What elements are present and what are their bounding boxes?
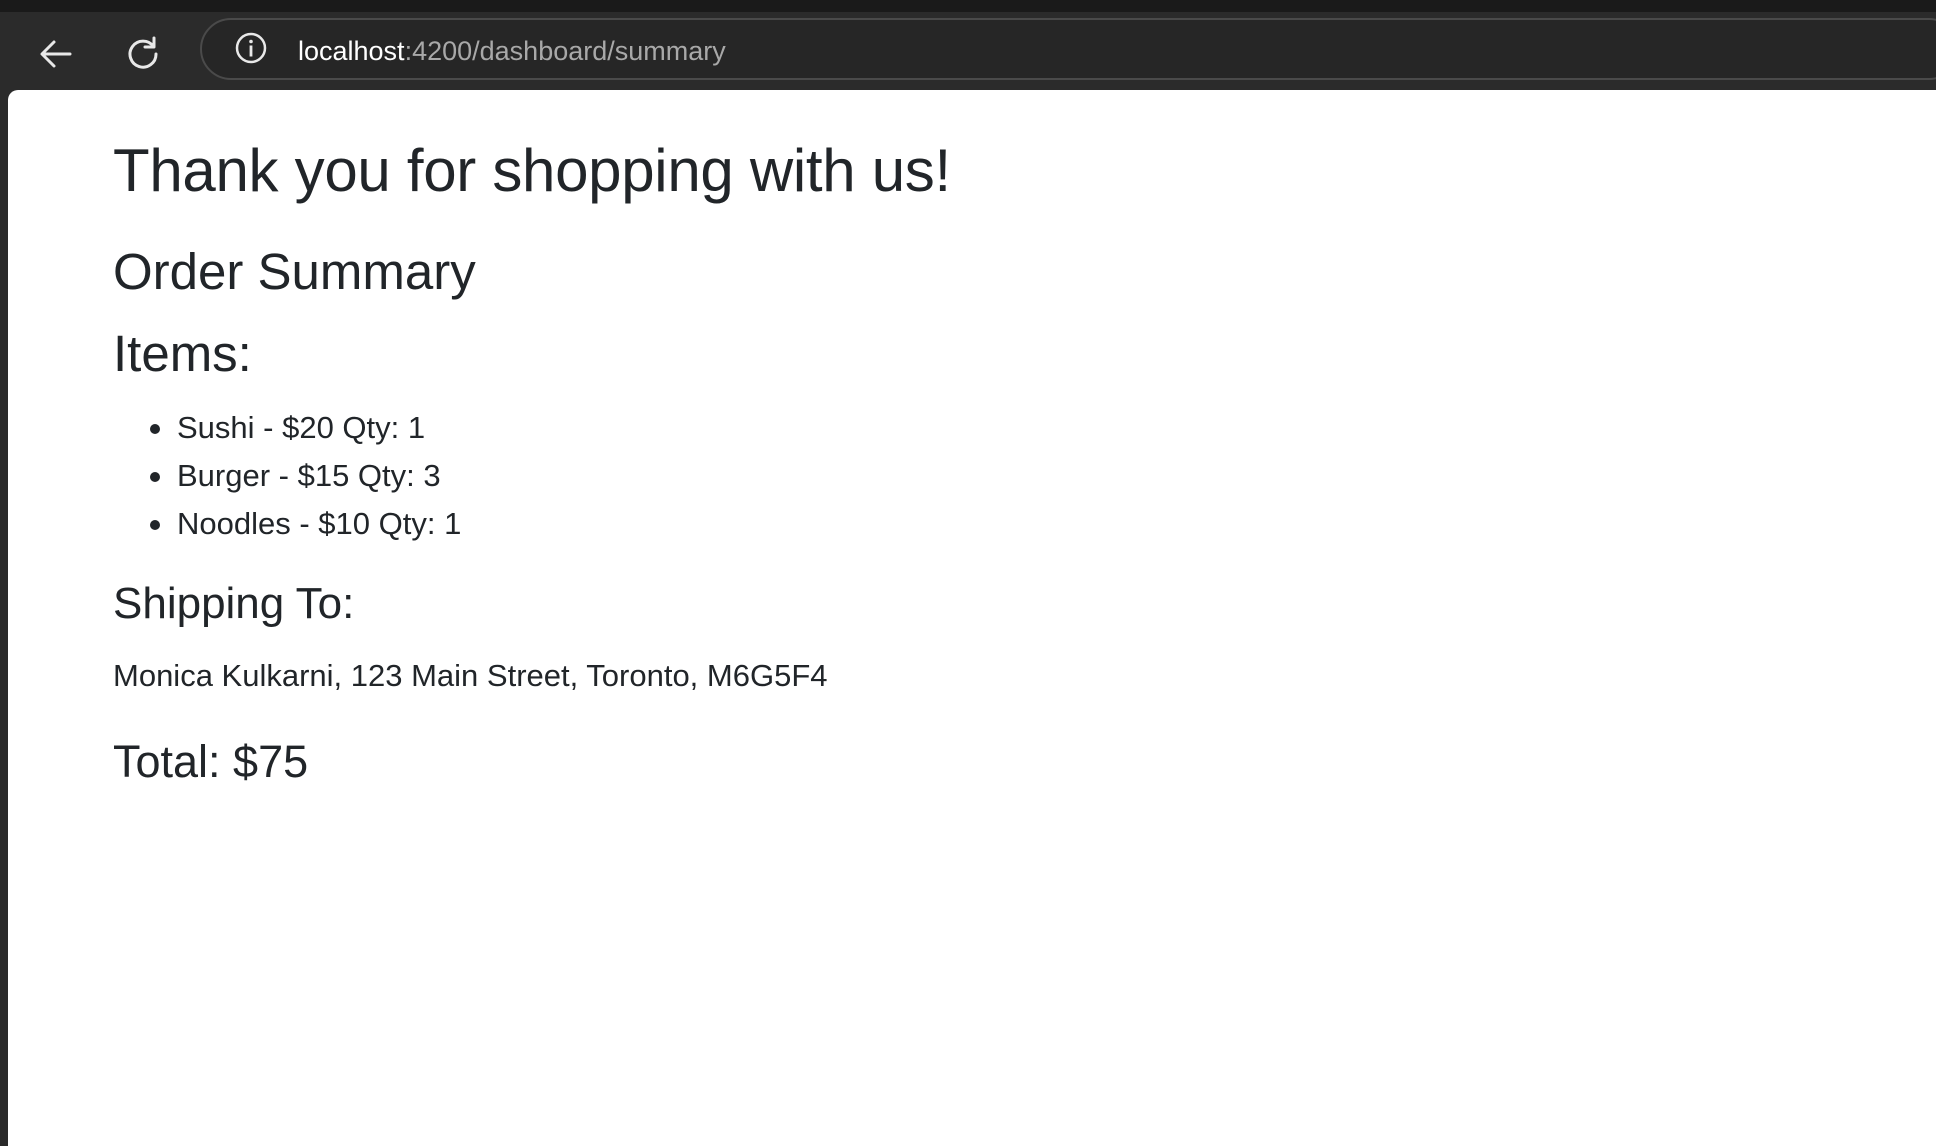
list-item: Noodles - $10 Qty: 1 <box>113 500 461 548</box>
info-icon <box>234 31 268 70</box>
browser-window: localhost:4200/dashboard/summary Thank y… <box>0 0 1936 1146</box>
url-path: :4200/dashboard/summary <box>404 36 726 66</box>
back-arrow-icon <box>36 34 76 74</box>
url-text[interactable]: localhost:4200/dashboard/summary <box>298 36 726 66</box>
item-text: Noodles - $10 Qty: 1 <box>177 506 462 541</box>
item-text: Burger - $15 Qty: 3 <box>177 458 441 493</box>
bullet-icon <box>150 520 160 530</box>
window-top-strip <box>0 0 1936 12</box>
shipping-address: Monica Kulkarni, 123 Main Street, Toront… <box>113 658 828 693</box>
url-host: localhost <box>298 36 405 66</box>
bullet-icon <box>150 472 160 482</box>
thank-you-heading: Thank you for shopping with us! <box>113 137 951 204</box>
reload-button[interactable] <box>121 32 165 76</box>
address-bar[interactable]: localhost:4200/dashboard/summary <box>200 18 1936 80</box>
shipping-heading: Shipping To: <box>113 579 355 628</box>
back-button[interactable] <box>34 32 78 76</box>
items-heading: Items: <box>113 325 252 382</box>
page-viewport: Thank you for shopping with us! Order Su… <box>8 90 1936 1146</box>
bullet-icon <box>150 424 160 434</box>
order-items-list: Sushi - $20 Qty: 1 Burger - $15 Qty: 3 N… <box>113 404 461 548</box>
site-info-button[interactable] <box>234 31 268 70</box>
list-item: Sushi - $20 Qty: 1 <box>113 404 461 452</box>
order-total: Total: $75 <box>113 736 309 787</box>
browser-toolbar: localhost:4200/dashboard/summary <box>0 12 1936 90</box>
order-summary-heading: Order Summary <box>113 243 476 300</box>
list-item: Burger - $15 Qty: 3 <box>113 452 461 500</box>
item-text: Sushi - $20 Qty: 1 <box>177 410 426 445</box>
reload-icon <box>123 34 163 74</box>
